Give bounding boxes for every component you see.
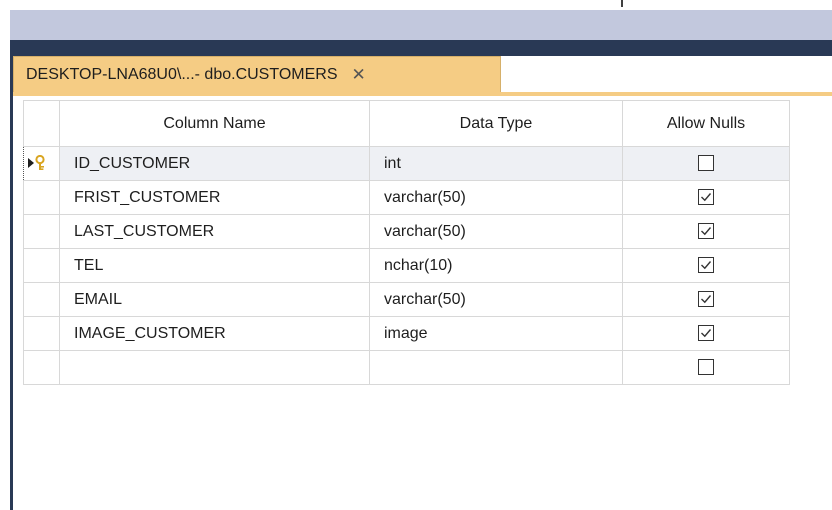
document-tab-title: DESKTOP-LNA68U0\...- dbo.CUSTOMERS <box>26 65 338 83</box>
row-selector[interactable] <box>23 214 60 249</box>
allow-nulls-cell <box>622 214 790 249</box>
table-row[interactable]: TEL nchar(10) <box>23 248 790 283</box>
table-row[interactable]: ID_CUSTOMER int <box>23 146 790 181</box>
column-name-cell[interactable] <box>59 350 370 385</box>
table-designer: Column Name Data Type Allow Nulls ID_CUS… <box>13 96 832 510</box>
row-selector[interactable] <box>23 316 60 351</box>
table-row[interactable]: IMAGE_CUSTOMER image <box>23 316 790 351</box>
allow-nulls-cell <box>622 248 790 283</box>
allow-nulls-cell <box>622 282 790 317</box>
primary-key-icon <box>35 154 45 170</box>
column-name-cell[interactable]: ID_CUSTOMER <box>59 146 370 181</box>
column-name-cell[interactable]: TEL <box>59 248 370 283</box>
close-icon[interactable]: ✕ <box>352 66 366 83</box>
ssms-window: DESKTOP-LNA68U0\...- dbo.CUSTOMERS ✕ Col… <box>0 0 832 510</box>
data-type-cell[interactable]: varchar(50) <box>369 214 623 249</box>
title-bar <box>10 10 832 40</box>
allow-nulls-checkbox[interactable] <box>698 223 714 240</box>
data-type-cell[interactable]: int <box>369 146 623 181</box>
data-type-cell[interactable]: nchar(10) <box>369 248 623 283</box>
checkmark-icon <box>701 329 712 338</box>
column-name-cell[interactable]: LAST_CUSTOMER <box>59 214 370 249</box>
column-name-cell[interactable]: IMAGE_CUSTOMER <box>59 316 370 351</box>
allow-nulls-checkbox[interactable] <box>698 359 714 376</box>
table-row[interactable]: LAST_CUSTOMER varchar(50) <box>23 214 790 249</box>
document-tab[interactable]: DESKTOP-LNA68U0\...- dbo.CUSTOMERS ✕ <box>13 56 501 92</box>
checkmark-icon <box>701 295 712 304</box>
allow-nulls-cell <box>622 316 790 351</box>
column-grid: Column Name Data Type Allow Nulls ID_CUS… <box>23 100 790 385</box>
row-selector[interactable] <box>23 180 60 215</box>
data-type-cell[interactable] <box>369 350 623 385</box>
allow-nulls-checkbox[interactable] <box>698 257 714 274</box>
checkmark-icon <box>701 193 712 202</box>
column-name-cell[interactable]: FRIST_CUSTOMER <box>59 180 370 215</box>
grid-header-row: Column Name Data Type Allow Nulls <box>23 100 790 147</box>
allow-nulls-cell <box>622 180 790 215</box>
row-selector[interactable] <box>23 282 60 317</box>
allow-nulls-checkbox[interactable] <box>698 291 714 308</box>
row-selector[interactable] <box>23 350 60 385</box>
checkmark-icon <box>701 227 712 236</box>
row-selector[interactable] <box>23 146 60 181</box>
table-row-new[interactable] <box>23 350 790 385</box>
allow-nulls-cell <box>622 350 790 385</box>
tab-strip-background <box>10 40 832 56</box>
allow-nulls-cell <box>622 146 790 181</box>
data-type-cell[interactable]: varchar(50) <box>369 180 623 215</box>
allow-nulls-header[interactable]: Allow Nulls <box>622 100 790 147</box>
data-type-cell[interactable]: varchar(50) <box>369 282 623 317</box>
row-selector[interactable] <box>23 248 60 283</box>
top-edge <box>0 0 832 10</box>
checkmark-icon <box>701 261 712 270</box>
table-row[interactable]: FRIST_CUSTOMER varchar(50) <box>23 180 790 215</box>
allow-nulls-checkbox[interactable] <box>698 189 714 206</box>
data-type-header[interactable]: Data Type <box>369 100 623 147</box>
top-edge-mark <box>621 0 623 7</box>
allow-nulls-checkbox[interactable] <box>698 325 714 342</box>
data-type-cell[interactable]: image <box>369 316 623 351</box>
row-selector-header <box>23 100 60 147</box>
column-name-cell[interactable]: EMAIL <box>59 282 370 317</box>
allow-nulls-checkbox[interactable] <box>698 155 714 172</box>
table-row[interactable]: EMAIL varchar(50) <box>23 282 790 317</box>
column-name-header[interactable]: Column Name <box>59 100 370 147</box>
